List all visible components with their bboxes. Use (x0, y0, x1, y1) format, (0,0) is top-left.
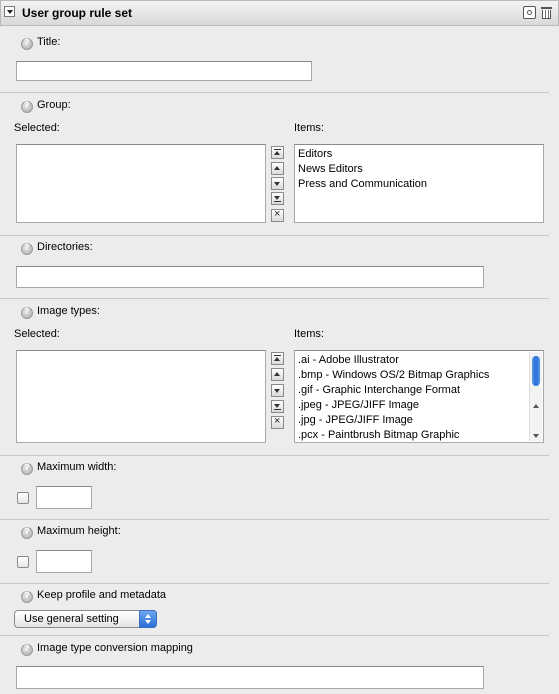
max-width-input[interactable] (36, 486, 92, 509)
remove-button[interactable] (271, 209, 284, 222)
max-height-input[interactable] (36, 550, 92, 573)
scroll-up-icon[interactable] (533, 404, 539, 408)
move-top-button[interactable] (271, 146, 284, 159)
move-bottom-button[interactable] (271, 192, 284, 205)
divider (0, 235, 549, 236)
title-input[interactable] (16, 61, 312, 81)
directories-label: Directories: (37, 241, 93, 253)
max-height-checkbox[interactable] (17, 556, 29, 568)
help-icon[interactable] (21, 242, 33, 255)
conversion-mapping-label: Image type conversion mapping (37, 642, 193, 654)
select-value: Use general setting (24, 613, 119, 625)
move-up-button[interactable] (271, 162, 284, 175)
move-bottom-button[interactable] (271, 400, 284, 413)
list-item[interactable]: Editors (295, 147, 543, 162)
image-types-selected-label: Selected: (14, 328, 60, 340)
scrollbar-thumb[interactable] (532, 356, 540, 386)
scroll-down-icon[interactable] (533, 434, 539, 438)
divider (0, 519, 549, 520)
title-label: Title: (37, 36, 61, 48)
max-width-checkbox[interactable] (17, 492, 29, 504)
help-icon[interactable] (21, 462, 33, 475)
chevron-updown-icon (139, 610, 157, 628)
remove-button[interactable] (271, 416, 284, 429)
group-items-label: Items: (294, 122, 324, 134)
move-down-button[interactable] (271, 384, 284, 397)
list-item[interactable]: .pcx - Paintbrush Bitmap Graphic (295, 428, 543, 442)
divider (0, 583, 549, 584)
help-icon[interactable] (21, 37, 33, 50)
group-selected-label: Selected: (14, 122, 60, 134)
keep-profile-label: Keep profile and metadata (37, 589, 167, 601)
help-icon[interactable] (21, 590, 33, 603)
move-top-button[interactable] (271, 352, 284, 365)
keep-profile-select[interactable]: Use general setting (14, 610, 157, 628)
conversion-mapping-input[interactable] (16, 666, 484, 689)
help-icon[interactable] (21, 526, 33, 539)
max-height-label: Maximum height: (37, 525, 121, 537)
list-item[interactable]: News Editors (295, 162, 543, 177)
divider (0, 298, 549, 299)
help-icon[interactable] (21, 100, 33, 113)
image-types-items-list[interactable]: .ai - Adobe Illustrator .bmp - Windows O… (294, 350, 544, 443)
list-item[interactable]: .jpeg - JPEG/JIFF Image (295, 398, 543, 413)
move-icon[interactable] (523, 6, 536, 19)
max-width-label: Maximum width: (37, 461, 117, 473)
move-up-button[interactable] (271, 368, 284, 381)
group-selected-list[interactable] (16, 144, 266, 223)
list-item[interactable]: .ai - Adobe Illustrator (295, 353, 543, 368)
image-types-label: Image types: (37, 305, 100, 317)
list-item[interactable]: .bmp - Windows OS/2 Bitmap Graphics (295, 368, 543, 383)
divider (0, 92, 549, 93)
list-item[interactable]: .gif - Graphic Interchange Format (295, 383, 543, 398)
move-down-button[interactable] (271, 177, 284, 190)
group-label: Group: (37, 99, 71, 111)
panel-title: User group rule set (22, 6, 133, 20)
image-types-selected-list[interactable] (16, 350, 266, 443)
help-icon[interactable] (21, 643, 33, 656)
collapse-toggle-icon[interactable] (4, 6, 15, 17)
divider (0, 635, 549, 636)
image-types-items-label: Items: (294, 328, 324, 340)
list-scrollbar[interactable] (529, 352, 542, 441)
list-item[interactable]: Press and Communication (295, 177, 543, 192)
delete-icon[interactable] (540, 6, 553, 19)
divider (0, 455, 549, 456)
group-items-list[interactable]: Editors News Editors Press and Communica… (294, 144, 544, 223)
list-item[interactable]: .jpg - JPEG/JIFF Image (295, 413, 543, 428)
help-icon[interactable] (21, 306, 33, 319)
directories-input[interactable] (16, 266, 484, 288)
panel-header: User group rule set (0, 0, 559, 26)
